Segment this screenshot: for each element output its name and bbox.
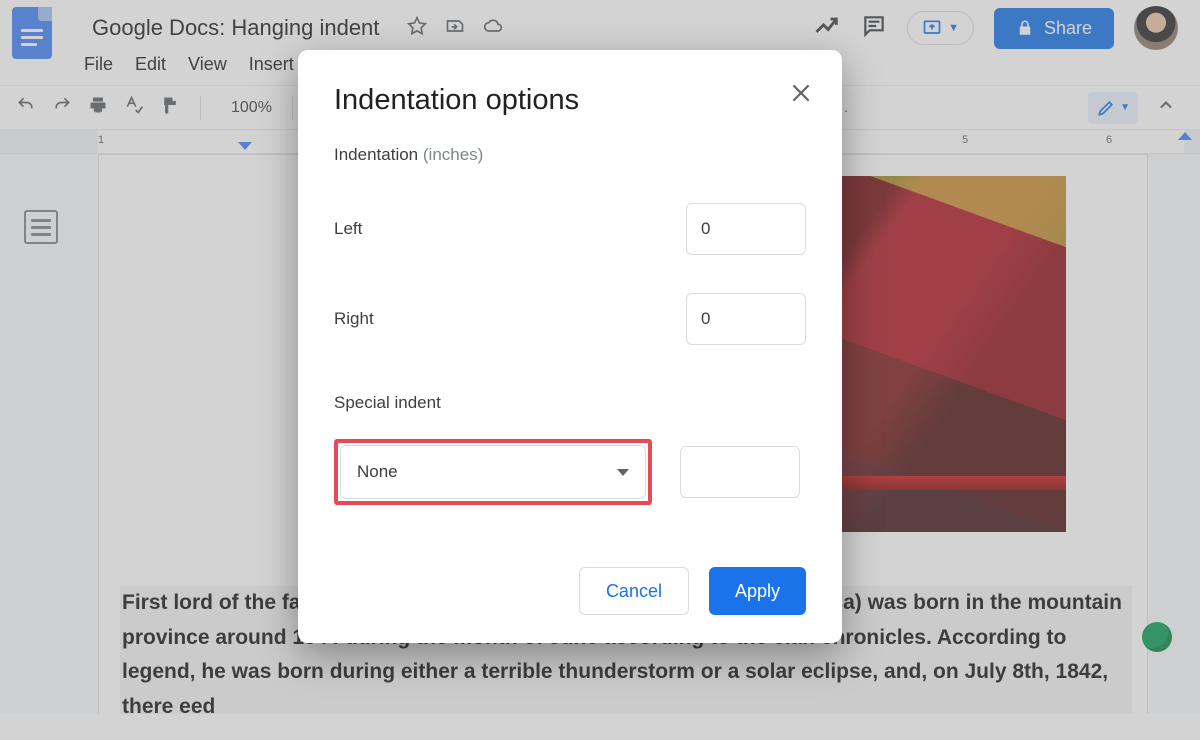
right-label: Right: [334, 309, 374, 329]
indentation-hint: (inches): [423, 145, 483, 164]
indentation-options-dialog: Indentation options Indentation (inches)…: [298, 50, 842, 643]
special-indent-select[interactable]: None: [340, 445, 646, 499]
close-icon[interactable]: [788, 80, 814, 106]
indentation-label: Indentation: [334, 145, 418, 164]
left-indent-input[interactable]: [686, 203, 806, 255]
special-indent-value-input[interactable]: [680, 446, 800, 498]
right-indent-input[interactable]: [686, 293, 806, 345]
left-label: Left: [334, 219, 362, 239]
dialog-title: Indentation options: [334, 84, 806, 117]
special-indent-label: Special indent: [334, 393, 806, 413]
chevron-down-icon: [617, 469, 629, 476]
special-indent-highlight: None: [334, 439, 652, 505]
cancel-button[interactable]: Cancel: [579, 567, 689, 615]
apply-button[interactable]: Apply: [709, 567, 806, 615]
special-indent-value: None: [357, 462, 398, 482]
